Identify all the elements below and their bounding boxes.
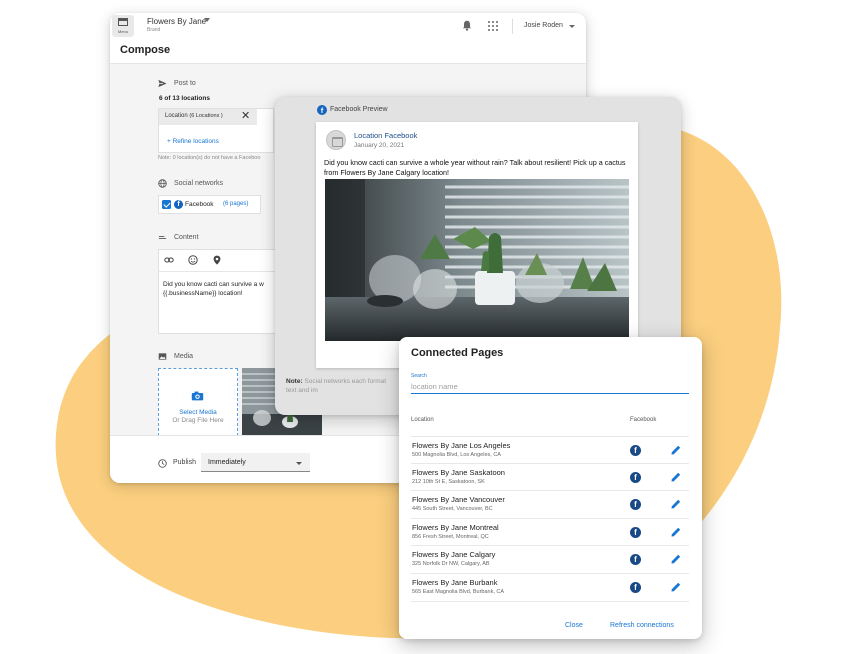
column-header-facebook: Facebook — [630, 417, 657, 423]
facebook-icon[interactable]: f — [630, 581, 641, 593]
chevron-down-icon[interactable] — [204, 18, 210, 22]
search-input[interactable] — [411, 380, 689, 394]
facebook-icon[interactable]: f — [630, 445, 641, 456]
avatar — [326, 130, 346, 150]
table-row: Flowers By Jane Vancouver 445 South Stre… — [411, 491, 689, 519]
clock-icon — [158, 459, 167, 468]
table-row: Flowers By Jane Calgary 325 Norfolk Dr N… — [411, 546, 689, 574]
publish-value: Immediately — [208, 459, 246, 466]
text-lines-icon — [158, 236, 167, 239]
pencil-icon[interactable] — [670, 444, 682, 456]
chevron-down-icon[interactable] — [569, 25, 575, 28]
page-title: Compose — [120, 44, 171, 56]
menu-button[interactable]: Menu — [112, 15, 134, 37]
facebook-icon[interactable]: f — [630, 499, 641, 511]
column-header-location: Location — [411, 417, 434, 423]
send-icon — [158, 79, 167, 88]
preview-note: Note: Social networks each format text a… — [286, 377, 398, 395]
location-name: Flowers By Jane Calgary — [412, 550, 496, 560]
post-date: January 20, 2021 — [354, 142, 405, 149]
preview-title: Facebook Preview — [330, 106, 388, 113]
missing-connection-note: Note: 0 location(s) do not have a Facebo… — [158, 155, 261, 161]
link-icon[interactable] — [164, 255, 174, 265]
location-address: 565 East Magnolia Blvd, Burbank, CA — [412, 588, 505, 595]
pencil-icon[interactable] — [670, 526, 682, 538]
dialog-title: Connected Pages — [411, 347, 504, 359]
location-address: 212 10th St E, Saskatoon, SK — [412, 478, 485, 485]
globe-icon — [158, 179, 167, 188]
content-label: Content — [174, 234, 199, 241]
table-row: Flowers By Jane Burbank 565 East Magnoli… — [411, 574, 689, 602]
refine-locations-link[interactable]: + Refine locations — [167, 138, 219, 145]
media-label: Media — [174, 353, 194, 360]
image-icon — [158, 353, 167, 360]
location-address: 856 Fresh Street, Montreal, QC — [412, 533, 489, 540]
bell-icon[interactable] — [462, 20, 472, 31]
table-row: Flowers By Jane Saskatoon 212 10th St E,… — [411, 464, 689, 492]
select-media-label[interactable]: Select Media — [158, 409, 238, 416]
close-icon[interactable]: ✕ — [241, 111, 250, 122]
location-pin-icon[interactable] — [212, 255, 222, 265]
facebook-icon[interactable]: f — [630, 554, 641, 566]
pencil-icon[interactable] — [670, 553, 682, 565]
note-label: Note: — [286, 378, 303, 385]
network-pages-count[interactable]: (6 pages) — [223, 201, 248, 207]
post-image — [325, 179, 629, 341]
menu-label: Menu — [117, 29, 128, 34]
location-address: 500 Magnolia Blvd, Los Angeles, CA — [412, 452, 501, 458]
content-line: Did you know cacti can survive a w — [163, 281, 264, 288]
facebook-post-card: Location Facebook January 20, 2021 Did y… — [316, 122, 638, 368]
connected-pages-dialog: Connected Pages Search Location Facebook… — [399, 337, 702, 639]
close-button[interactable]: Close — [565, 622, 583, 629]
facebook-icon[interactable]: f — [630, 526, 641, 538]
location-chip-count: (6 Locations ) — [189, 113, 223, 119]
chevron-down-icon[interactable] — [296, 462, 302, 465]
facebook-icon[interactable]: f — [630, 471, 641, 483]
facebook-icon: f — [174, 200, 183, 209]
table-row: Flowers By Jane Montreal 856 Fresh Stree… — [411, 519, 689, 547]
table-row: Flowers By Jane Los Angeles 500 Magnolia… — [411, 436, 689, 464]
location-count: 6 of 13 locations — [159, 95, 210, 102]
location-address: 325 Norfolk Dr NW, Calgary, AB — [412, 561, 490, 568]
location-chip-name: Location — [165, 113, 188, 119]
refresh-connections-button[interactable]: Refresh connections — [610, 622, 674, 629]
brand-type-label: Brand — [147, 27, 161, 33]
location-chip-label: Location (6 Locations ) — [165, 113, 223, 119]
drag-file-label: Or Drag File Here — [172, 417, 224, 424]
emoji-icon[interactable] — [188, 255, 198, 265]
location-address: 445 South Street, Vancouver, BC — [412, 506, 493, 513]
network-name: Facebook — [185, 201, 214, 208]
pencil-icon[interactable] — [670, 471, 682, 483]
location-name: Flowers By Jane Los Angeles — [412, 441, 511, 450]
location-name: Flowers By Jane Burbank — [412, 577, 498, 587]
location-name: Flowers By Jane Saskatoon — [412, 467, 505, 477]
search-label: Search — [411, 373, 427, 379]
brand-selector[interactable]: Flowers By Jane — [147, 17, 206, 26]
top-bar: Menu Flowers By Jane Brand Josie Roden — [110, 13, 586, 40]
divider — [158, 271, 288, 272]
location-name: Flowers By Jane Vancouver — [412, 495, 505, 505]
publish-label: Publish — [173, 459, 196, 466]
facebook-checkbox[interactable] — [162, 200, 171, 209]
facebook-icon: f — [317, 105, 327, 115]
post-page-name[interactable]: Location Facebook — [354, 131, 417, 140]
connected-pages-list: Flowers By Jane Los Angeles 500 Magnolia… — [411, 436, 689, 602]
cactus-photo — [325, 179, 629, 341]
pencil-icon[interactable] — [670, 498, 682, 510]
content-line: {{.businessName}} location! — [163, 290, 243, 297]
content-text[interactable]: Did you know cacti can survive a w {{.bu… — [163, 280, 281, 298]
divider — [512, 19, 513, 34]
pencil-icon[interactable] — [670, 581, 682, 593]
location-name: Flowers By Jane Montreal — [412, 522, 499, 532]
store-icon — [118, 18, 128, 26]
post-text: Did you know cacti can survive a whole y… — [324, 158, 626, 177]
social-networks-label: Social networks — [174, 180, 224, 187]
add-photo-icon — [191, 391, 204, 401]
post-to-label: Post to — [174, 80, 196, 87]
apps-grid-icon[interactable] — [488, 21, 498, 31]
user-menu[interactable]: Josie Roden — [524, 22, 563, 29]
